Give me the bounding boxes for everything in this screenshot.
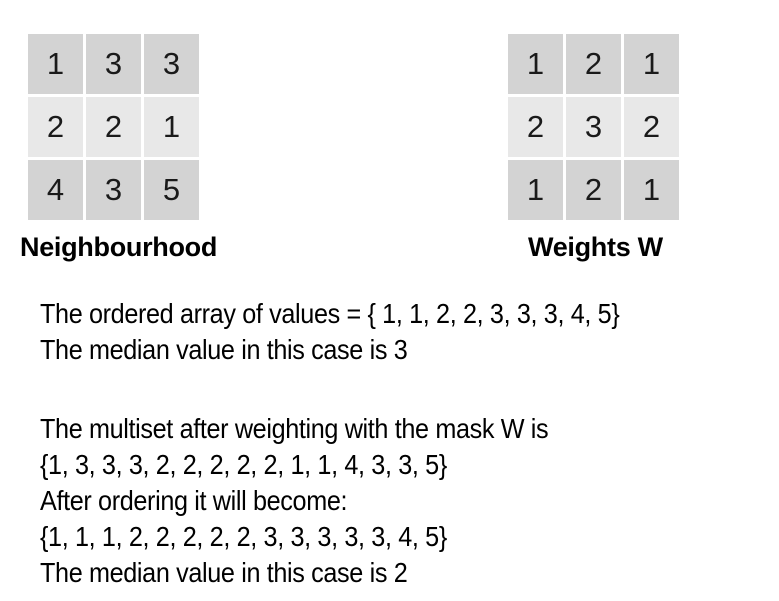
weighted-median-result-line: The median value in this case is 2 xyxy=(40,557,408,588)
multiset-intro-line: The multiset after weighting with the ma… xyxy=(40,413,549,444)
weights-cell-2-0: 1 xyxy=(508,160,563,220)
median-explanation: The ordered array of values = { 1, 1, 2,… xyxy=(40,296,620,368)
neighbourhood-cell-0-1: 3 xyxy=(86,34,141,94)
neighbourhood-grid: 1 3 3 2 2 1 4 3 5 xyxy=(28,34,199,220)
multiset-values-line: {1, 3, 3, 3, 2, 2, 2, 2, 2, 1, 1, 4, 3, … xyxy=(40,449,447,480)
weights-cell-1-1: 3 xyxy=(566,97,621,157)
neighbourhood-cell-2-2: 5 xyxy=(144,160,199,220)
weights-cell-2-1: 2 xyxy=(566,160,621,220)
ordered-multiset-line: {1, 1, 1, 2, 2, 2, 2, 2, 3, 3, 3, 3, 3, … xyxy=(40,521,447,552)
weights-grid: 1 2 1 2 3 2 1 2 1 xyxy=(508,34,679,220)
neighbourhood-cell-2-0: 4 xyxy=(28,160,83,220)
weights-cell-0-2: 1 xyxy=(624,34,679,94)
ordering-intro-line: After ordering it will become: xyxy=(40,485,348,516)
weights-cell-2-2: 1 xyxy=(624,160,679,220)
weights-cell-0-0: 1 xyxy=(508,34,563,94)
weights-cell-1-2: 2 xyxy=(624,97,679,157)
weights-cell-0-1: 2 xyxy=(566,34,621,94)
neighbourhood-label: Neighbourhood xyxy=(20,232,218,262)
neighbourhood-cell-2-1: 3 xyxy=(86,160,141,220)
neighbourhood-cell-0-2: 3 xyxy=(144,34,199,94)
neighbourhood-cell-0-0: 1 xyxy=(28,34,83,94)
ordered-array-line: The ordered array of values = { 1, 1, 2,… xyxy=(40,298,620,329)
neighbourhood-cell-1-1: 2 xyxy=(86,97,141,157)
weights-label: Weights W xyxy=(528,232,663,262)
neighbourhood-cell-1-0: 2 xyxy=(28,97,83,157)
median-result-line: The median value in this case is 3 xyxy=(40,334,408,365)
neighbourhood-cell-1-2: 1 xyxy=(144,97,199,157)
weighted-median-explanation: The multiset after weighting with the ma… xyxy=(40,411,549,591)
weights-cell-1-0: 2 xyxy=(508,97,563,157)
